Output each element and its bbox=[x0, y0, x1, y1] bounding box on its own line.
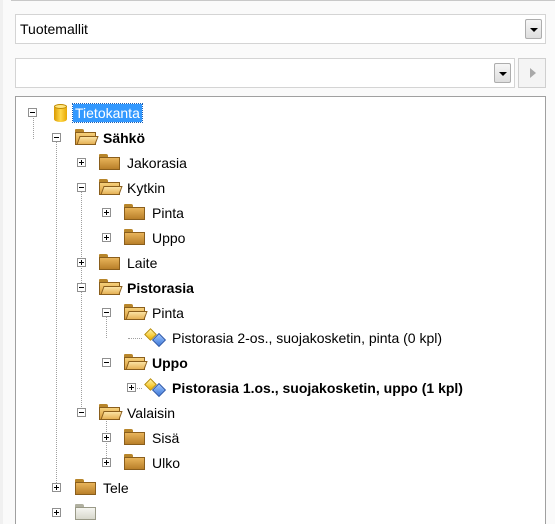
expand-icon[interactable] bbox=[102, 458, 111, 467]
folder-icon bbox=[75, 479, 97, 495]
tree-panel: Tuotemallit Tietokanta Sähkö Jakorasia K… bbox=[3, 0, 555, 524]
folder-icon bbox=[124, 204, 146, 220]
search-select[interactable] bbox=[15, 58, 515, 88]
tree-node-label: Pistorasia bbox=[127, 280, 194, 296]
model-select-value: Tuotemallit bbox=[20, 21, 88, 37]
expand-icon[interactable] bbox=[52, 483, 61, 492]
expand-icon[interactable] bbox=[77, 158, 86, 167]
product-item-icon bbox=[144, 378, 167, 398]
tree-node-label: Ulko bbox=[152, 455, 181, 471]
tree-view[interactable]: Tietokanta Sähkö Jakorasia Kytkin Pinta bbox=[15, 96, 546, 524]
database-icon bbox=[54, 103, 67, 123]
folder-icon bbox=[99, 154, 121, 170]
tree-node-label: Pistorasia 1.os., suojakosketin, uppo (1… bbox=[172, 380, 463, 396]
tree-connector bbox=[81, 189, 82, 409]
tree-node-label: Tietokanta bbox=[72, 103, 143, 123]
folder-icon bbox=[124, 454, 146, 470]
model-select[interactable]: Tuotemallit bbox=[15, 14, 546, 44]
tree-node-label: Pinta bbox=[152, 205, 184, 221]
tree-node-label: Pistorasia 2-os., suojakosketin, pinta (… bbox=[172, 330, 443, 346]
folder-icon bbox=[99, 254, 121, 270]
product-item-icon bbox=[144, 328, 167, 348]
folder-icon bbox=[124, 429, 146, 445]
tree-node-label: Kytkin bbox=[127, 180, 166, 196]
chevron-down-icon[interactable] bbox=[525, 19, 542, 39]
open-folder-icon bbox=[99, 404, 123, 420]
tree-node-label: Laite bbox=[127, 255, 158, 271]
open-folder-icon bbox=[99, 179, 123, 195]
collapse-icon[interactable] bbox=[102, 358, 111, 367]
tree-node-label: Valaisin bbox=[127, 405, 175, 421]
tree-node-label: Pinta bbox=[152, 305, 184, 321]
chevron-down-icon[interactable] bbox=[494, 63, 511, 83]
tree-connector bbox=[33, 115, 34, 139]
expand-icon[interactable] bbox=[102, 433, 111, 442]
expand-icon[interactable] bbox=[102, 208, 111, 217]
expand-icon[interactable] bbox=[102, 233, 111, 242]
top-divider bbox=[11, 0, 555, 1]
expand-icon[interactable] bbox=[127, 383, 136, 392]
go-button[interactable] bbox=[518, 58, 546, 88]
collapse-icon[interactable] bbox=[77, 408, 86, 417]
collapse-icon[interactable] bbox=[77, 283, 86, 292]
open-folder-icon bbox=[124, 304, 148, 320]
tree-connector bbox=[106, 314, 107, 338]
tree-node-label: Uppo bbox=[152, 230, 186, 246]
expand-icon[interactable] bbox=[52, 508, 61, 517]
tree-node-label: Tele bbox=[103, 480, 129, 496]
tree-connector bbox=[56, 139, 57, 487]
tree-node-label: Sähkö bbox=[103, 130, 146, 146]
collapse-icon[interactable] bbox=[102, 308, 111, 317]
open-folder-icon bbox=[99, 279, 123, 295]
collapse-icon[interactable] bbox=[28, 108, 37, 117]
tree-node-label: Uppo bbox=[152, 355, 188, 371]
tree-node-label: Jakorasia bbox=[127, 155, 187, 171]
open-folder-icon bbox=[124, 354, 148, 370]
collapse-icon[interactable] bbox=[52, 133, 61, 142]
expand-icon[interactable] bbox=[77, 258, 86, 267]
open-folder-icon bbox=[75, 129, 99, 145]
folder-icon bbox=[124, 229, 146, 245]
tree-connector bbox=[128, 338, 142, 339]
collapse-icon[interactable] bbox=[77, 183, 86, 192]
tree-node-label: Sisä bbox=[152, 430, 180, 446]
empty-folder-icon bbox=[75, 504, 97, 520]
